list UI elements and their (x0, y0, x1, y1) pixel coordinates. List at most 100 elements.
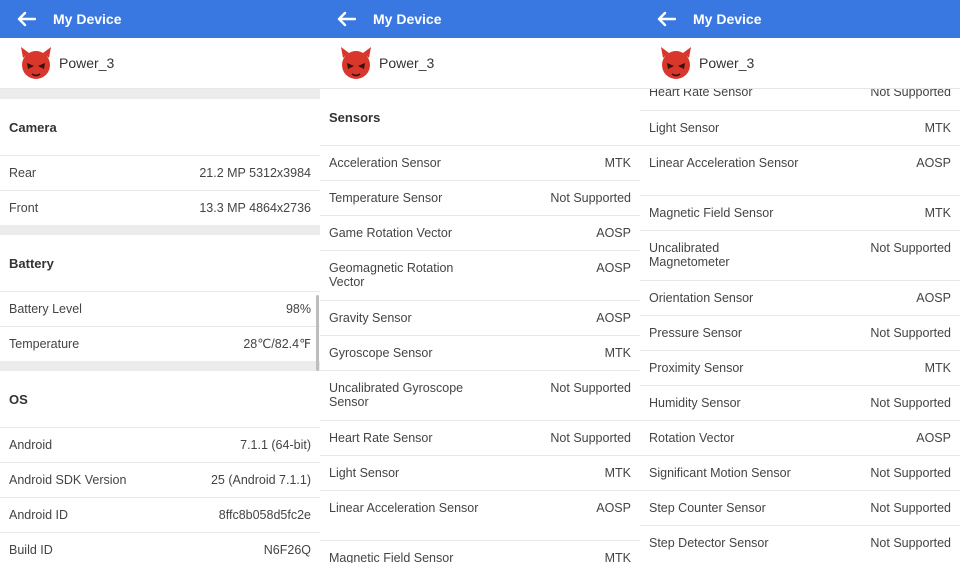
info-row[interactable]: Rear 21.2 MP 5312x3984 (0, 155, 320, 190)
screen-2[interactable]: My Device Power_3 Sensors Acceleration Se… (320, 0, 640, 563)
section-divider (0, 89, 320, 99)
info-value: AOSP (596, 261, 631, 275)
info-value: 8ffc8b058d5fc2e (218, 508, 311, 522)
info-row[interactable]: Light Sensor MTK (320, 455, 640, 490)
info-row[interactable]: Gyroscope Sensor MTK (320, 335, 640, 370)
info-value: AOSP (596, 311, 631, 325)
info-row[interactable]: Temperature Sensor Not Supported (320, 180, 640, 215)
app-title: My Device (693, 11, 762, 27)
info-row[interactable]: Android ID 8ffc8b058d5fc2e (0, 497, 320, 532)
info-label: Game Rotation Vector (329, 226, 452, 240)
info-value: Not Supported (870, 241, 951, 255)
info-row[interactable]: Significant Motion Sensor Not Supported (640, 455, 960, 490)
info-value: 98% (285, 302, 311, 316)
info-row[interactable]: Step Counter Sensor Not Supported (640, 490, 960, 525)
device-header: Power_3 (640, 38, 960, 89)
info-value: MTK (924, 361, 951, 375)
info-value: AOSP (596, 501, 631, 515)
info-label: Magnetic Field Sensor (329, 551, 454, 563)
info-value: MTK (604, 156, 631, 170)
info-value: Not Supported (870, 536, 951, 550)
device-header: Power_3 (0, 38, 320, 89)
screen-3[interactable]: My Device Power_3 Heart Rate Sensor Not S… (640, 0, 960, 563)
info-value: 21.2 MP 5312x3984 (199, 166, 311, 180)
info-value: Not Supported (870, 89, 951, 99)
info-row[interactable]: Uncalibrated Gyroscope Sensor Not Support… (320, 370, 640, 420)
info-row[interactable]: Step Detector Sensor Not Supported (640, 525, 960, 560)
info-label: Build ID (9, 543, 53, 557)
info-row[interactable]: Light Sensor MTK (640, 110, 960, 145)
info-value: Not Supported (870, 466, 951, 480)
info-row[interactable]: Linear Acceleration Sensor AOSP (640, 145, 960, 195)
info-value: MTK (924, 206, 951, 220)
info-row[interactable]: Gravity Sensor AOSP (320, 300, 640, 335)
back-arrow-icon[interactable] (656, 11, 676, 27)
device-name: Power_3 (699, 55, 755, 71)
section-divider (0, 225, 320, 235)
info-row[interactable]: Build ID N6F26Q (0, 532, 320, 563)
info-label: Pressure Sensor (649, 326, 743, 340)
app-bar: My Device (640, 0, 960, 38)
app-bar: My Device (0, 0, 320, 38)
info-label: Android (9, 438, 53, 452)
info-value: N6F26Q (263, 543, 311, 557)
antutu-logo-icon (21, 47, 51, 79)
back-arrow-icon[interactable] (16, 11, 36, 27)
info-value: AOSP (916, 431, 951, 445)
info-label: Magnetic Field Sensor (649, 206, 774, 220)
info-row[interactable]: Orientation Sensor AOSP (640, 280, 960, 315)
info-label: Humidity Sensor (649, 396, 741, 410)
screen-1[interactable]: My Device Power_3 Camera Rear 21.2 MP 5312… (0, 0, 320, 563)
app-title: My Device (53, 11, 122, 27)
device-name: Power_3 (59, 55, 115, 71)
device-header: Power_3 (320, 38, 640, 89)
info-row[interactable]: Uncalibrated Magnetometer Not Supported (640, 230, 960, 280)
info-row[interactable]: Pressure Sensor Not Supported (640, 315, 960, 350)
info-row[interactable]: Linear Acceleration Sensor AOSP (320, 490, 640, 540)
info-label: Step Detector Sensor (649, 536, 769, 550)
info-value: MTK (604, 551, 631, 563)
scroll-area[interactable]: Camera Rear 21.2 MP 5312x3984 Front 13.3 MP … (0, 89, 320, 563)
info-value: 7.1.1 (64-bit) (240, 438, 311, 452)
info-list: Camera Rear 21.2 MP 5312x3984 Front 13.3 MP … (0, 89, 320, 563)
info-label: Rotation Vector (649, 431, 735, 445)
info-row[interactable]: Game Rotation Vector AOSP (320, 215, 640, 250)
info-row[interactable]: Front 13.3 MP 4864x2736 (0, 190, 320, 225)
info-label: Acceleration Sensor (329, 156, 441, 170)
info-row[interactable]: Rotation Vector AOSP (640, 420, 960, 455)
info-row[interactable]: Proximity Sensor MTK (640, 350, 960, 385)
info-value: Not Supported (550, 431, 631, 445)
back-arrow-icon[interactable] (336, 11, 356, 27)
info-row[interactable]: Battery Level 98% (0, 291, 320, 326)
info-label: Android ID (9, 508, 69, 522)
info-label: Proximity Sensor (649, 361, 744, 375)
info-label: Linear Acceleration Sensor (329, 501, 479, 515)
device-name: Power_3 (379, 55, 435, 71)
info-row[interactable]: Android SDK Version 25 (Android 7.1.1) (0, 462, 320, 497)
info-label: Linear Acceleration Sensor (649, 156, 799, 170)
info-label: Uncalibrated Magnetometer (649, 241, 730, 269)
info-label: Gravity Sensor (329, 311, 412, 325)
info-row[interactable]: Humidity Sensor Not Supported (640, 385, 960, 420)
info-value: Not Supported (870, 501, 951, 515)
info-value: Not Supported (870, 326, 951, 340)
info-label: Step Counter Sensor (649, 501, 766, 515)
info-label: Uncalibrated Gyroscope Sensor (329, 381, 464, 409)
section-header: OS (9, 391, 28, 407)
antutu-logo-icon (661, 47, 691, 79)
info-row[interactable]: Temperature 28℃/82.4℉ (0, 326, 320, 361)
info-row[interactable]: Android 7.1.1 (64-bit) (0, 427, 320, 462)
info-row[interactable]: Magnetic Field Sensor MTK (640, 195, 960, 230)
info-row[interactable]: Heart Rate Sensor Not Supported (320, 420, 640, 455)
info-row[interactable]: Magnetic Field Sensor MTK (320, 540, 640, 563)
scrollbar-thumb[interactable] (316, 295, 319, 371)
scroll-area[interactable]: Heart Rate Sensor Not Supported Light Sens… (640, 89, 960, 563)
info-label: Orientation Sensor (649, 291, 754, 305)
info-label: Front (9, 201, 39, 215)
info-row[interactable]: Acceleration Sensor MTK (320, 145, 640, 180)
info-value: 25 (Android 7.1.1) (210, 473, 311, 487)
scroll-area[interactable]: Sensors Acceleration Sensor MTK Temperature… (320, 89, 640, 563)
info-row[interactable]: Heart Rate Sensor Not Supported (640, 89, 960, 110)
info-row[interactable]: Geomagnetic Rotation Vector AOSP (320, 250, 640, 300)
info-list: Heart Rate Sensor Not Supported Light Sens… (640, 89, 960, 560)
